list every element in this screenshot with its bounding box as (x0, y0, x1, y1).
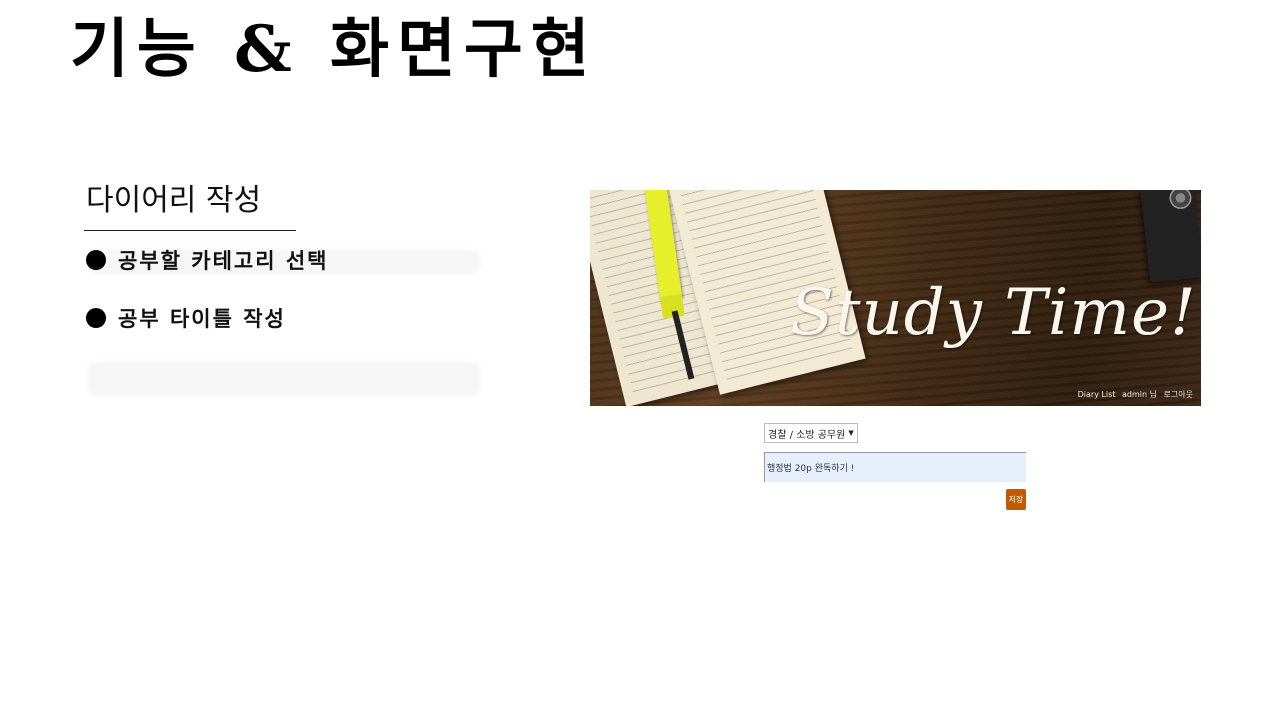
chevron-down-icon: ▼ (848, 429, 854, 437)
slide: 기능 & 화면구현 다이어리 작성 공부할 카테고리 선택 공부 타이틀 작성 … (0, 0, 1280, 720)
camera-image (1140, 190, 1201, 283)
bullet-text: 공부할 카테고리 선택 (118, 248, 329, 273)
nav-logout-link[interactable]: 로그아웃 (1164, 390, 1193, 399)
category-select[interactable]: 경찰 / 소방 공무원 ▼ (764, 423, 858, 443)
category-select-value: 경찰 / 소방 공무원 (768, 429, 846, 441)
save-button[interactable]: 저장 (1006, 489, 1026, 510)
camera-lens-icon (1168, 190, 1193, 211)
bullet-text: 공부 타이틀 작성 (118, 306, 286, 331)
section-heading: 다이어리 작성 (86, 183, 262, 218)
banner-title: Study Time! (790, 276, 1197, 350)
header-banner: Study Time! Diary List admin 님 로그아웃 (590, 190, 1201, 406)
nav-user-label: admin 님 (1122, 390, 1157, 399)
blurred-strip (92, 366, 476, 392)
section-underline (84, 230, 296, 231)
bullet-dot (86, 308, 106, 328)
slide-title: 기능 & 화면구현 (70, 12, 598, 87)
bullet-item: 공부할 카테고리 선택 (86, 245, 329, 275)
nav-diary-list-link[interactable]: Diary List (1078, 390, 1116, 399)
bullet-item: 공부 타이틀 작성 (86, 303, 286, 333)
banner-nav: Diary List admin 님 로그아웃 (1074, 389, 1193, 400)
title-input[interactable] (764, 452, 1026, 482)
bullet-dot (86, 250, 106, 270)
